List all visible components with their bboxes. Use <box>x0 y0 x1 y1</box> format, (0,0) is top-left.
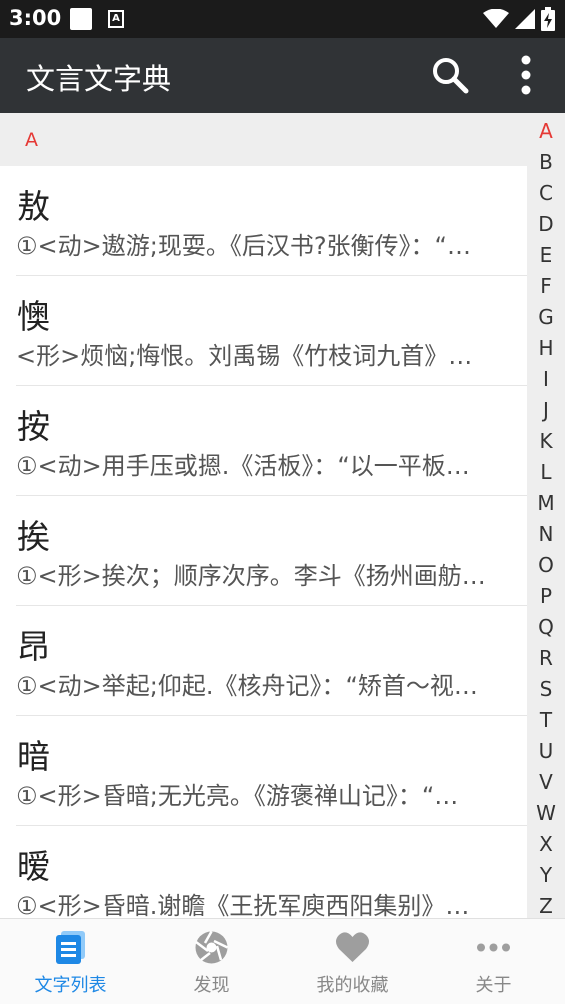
list-item[interactable]: 敖 ①<动>遨游;现耍。《后汉书?张衡传》：“… <box>16 166 527 276</box>
entry-character: 昂 <box>17 627 50 666</box>
entry-definition: ①<动>用手压或摁.《活板》：“以一平板… <box>16 452 470 480</box>
list-item[interactable]: 暗 ①<形>昏暗;无光亮。《游褒禅山记》：“… <box>16 716 527 826</box>
list-icon <box>56 931 85 964</box>
section-letter: A <box>25 129 38 151</box>
nav-label: 关于 <box>475 975 512 996</box>
nav-tab-about[interactable]: 关于 <box>423 919 564 1005</box>
index-letter-l[interactable]: L <box>527 460 565 484</box>
list-item[interactable]: 暧 ①<形>昏暗.谢瞻《王抚军庾西阳集别》… <box>16 826 527 918</box>
battery-charging-icon <box>541 7 555 31</box>
list-item[interactable]: 懊 <形>烦恼;悔恨。刘禹锡《竹枝词九首》… <box>16 276 527 386</box>
index-letter-z[interactable]: Z <box>527 894 565 918</box>
index-letter-y[interactable]: Y <box>527 863 565 887</box>
index-letter-i[interactable]: I <box>527 367 565 391</box>
search-button[interactable] <box>430 55 470 95</box>
entry-character: 暗 <box>17 737 50 776</box>
index-letter-g[interactable]: G <box>527 305 565 329</box>
nav-tab-discover[interactable]: 发现 <box>141 919 282 1005</box>
index-letter-n[interactable]: N <box>527 522 565 546</box>
entry-character: 懊 <box>17 297 50 336</box>
index-letter-b[interactable]: B <box>527 150 565 174</box>
heart-icon <box>336 932 369 962</box>
index-letter-q[interactable]: Q <box>527 615 565 639</box>
entry-definition: ①<形>挨次；顺序次序。李斗《扬州画舫… <box>16 562 486 590</box>
status-icons <box>483 7 555 31</box>
more-vert-icon <box>521 55 531 95</box>
notification-a-icon: A <box>108 10 124 28</box>
entry-definition: <形>烦恼;悔恨。刘禹锡《竹枝词九首》… <box>16 342 473 370</box>
index-letter-x[interactable]: X <box>527 832 565 856</box>
entry-definition: ①<动>举起;仰起.《核舟记》：“矫首～视… <box>16 672 478 700</box>
nav-tab-favorites[interactable]: 我的收藏 <box>282 919 423 1005</box>
index-letter-w[interactable]: W <box>527 801 565 825</box>
bottom-navigation: 文字列表 发现 我的收藏 关于 <box>0 918 565 1004</box>
index-letter-a[interactable]: A <box>527 119 565 143</box>
index-letter-h[interactable]: H <box>527 336 565 360</box>
list-item[interactable]: 挨 ①<形>挨次；顺序次序。李斗《扬州画舫… <box>16 496 527 606</box>
entry-character: 敖 <box>17 187 50 226</box>
notification-square-icon <box>70 8 92 30</box>
wifi-icon <box>483 9 509 28</box>
more-options-button[interactable] <box>512 53 540 97</box>
nav-label: 文字列表 <box>34 975 107 996</box>
status-bar: 3:00 A <box>0 0 565 38</box>
index-letter-r[interactable]: R <box>527 646 565 670</box>
nav-tab-word-list[interactable]: 文字列表 <box>0 919 141 1005</box>
index-letter-s[interactable]: S <box>527 677 565 701</box>
index-letter-p[interactable]: P <box>527 584 565 608</box>
entry-character: 挨 <box>17 517 50 556</box>
index-letter-f[interactable]: F <box>527 274 565 298</box>
index-letter-e[interactable]: E <box>527 243 565 267</box>
status-time: 3:00 <box>9 6 62 30</box>
nav-label: 我的收藏 <box>316 975 389 996</box>
list-item[interactable]: 昂 ①<动>举起;仰起.《核舟记》：“矫首～视… <box>16 606 527 716</box>
entry-character: 按 <box>17 407 50 446</box>
entry-definition: ①<动>遨游;现耍。《后汉书?张衡传》：“… <box>16 232 471 260</box>
index-letter-j[interactable]: J <box>527 398 565 422</box>
index-letter-o[interactable]: O <box>527 553 565 577</box>
section-header: A <box>0 113 565 166</box>
index-letter-d[interactable]: D <box>527 212 565 236</box>
index-letter-v[interactable]: V <box>527 770 565 794</box>
index-letter-k[interactable]: K <box>527 429 565 453</box>
index-letter-t[interactable]: T <box>527 708 565 732</box>
entry-character: 暧 <box>17 847 50 886</box>
more-horiz-icon <box>477 943 510 952</box>
app-title: 文言文字典 <box>26 62 172 96</box>
index-letter-u[interactable]: U <box>527 739 565 763</box>
alphabet-index-bar[interactable]: ABCDEFGHIJKLMNOPQRSTUVWXYZ <box>527 113 565 920</box>
entry-definition: ①<形>昏暗;无光亮。《游褒禅山记》：“… <box>16 782 459 810</box>
nav-label: 发现 <box>193 975 230 996</box>
entry-list[interactable]: 敖 ①<动>遨游;现耍。《后汉书?张衡传》：“… 懊 <形>烦恼;悔恨。刘禹锡《… <box>0 166 527 918</box>
list-item[interactable]: 按 ①<动>用手压或摁.《活板》：“以一平板… <box>16 386 527 496</box>
signal-icon <box>515 9 535 29</box>
entry-definition: ①<形>昏暗.谢瞻《王抚军庾西阳集别》… <box>16 892 470 918</box>
index-letter-m[interactable]: M <box>527 491 565 515</box>
search-icon <box>433 58 469 94</box>
app-bar: 文言文字典 <box>0 38 565 113</box>
index-letter-c[interactable]: C <box>527 181 565 205</box>
aperture-icon <box>195 930 229 964</box>
